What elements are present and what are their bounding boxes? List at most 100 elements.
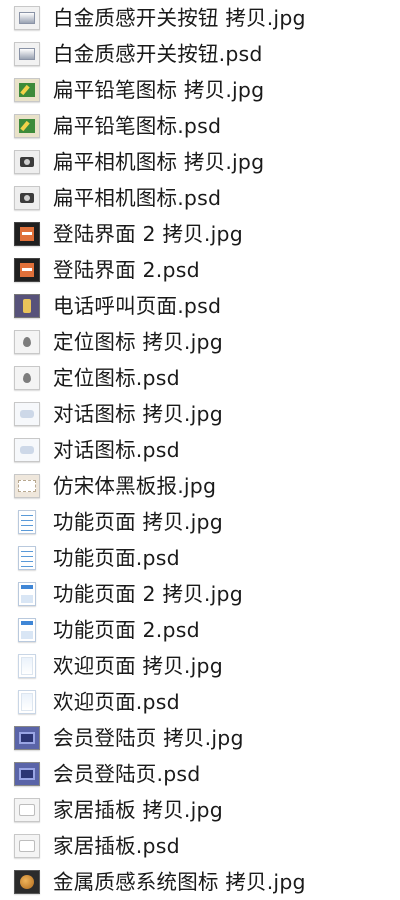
file-item[interactable]: 对话图标.psd (0, 432, 400, 468)
thumbnail-preview (21, 549, 33, 567)
file-name: 会员登陆页.psd (53, 762, 201, 786)
file-name: 功能页面 2 拷贝.jpg (53, 582, 243, 606)
thumbnail-preview (21, 585, 33, 603)
file-item[interactable]: 电话呼叫页面.psd (0, 288, 400, 324)
camera-thumbnail-icon (14, 186, 40, 210)
file-name: 登陆界面 2 拷贝.jpg (53, 222, 243, 246)
file-name: 扁平铅笔图标 拷贝.jpg (53, 78, 265, 102)
file-name: 定位图标.psd (53, 366, 180, 390)
file-name: 白金质感开关按钮.psd (53, 42, 263, 66)
login-screen-thumbnail-icon (14, 258, 40, 282)
file-item[interactable]: 欢迎页面.psd (0, 684, 400, 720)
file-item[interactable]: 功能页面 2 拷贝.jpg (0, 576, 400, 612)
thumbnail-preview (20, 263, 34, 277)
file-item[interactable]: 登陆界面 2.psd (0, 252, 400, 288)
function-page-2-thumbnail-icon (18, 582, 36, 606)
file-item[interactable]: 扁平相机图标.psd (0, 180, 400, 216)
file-item[interactable]: 功能页面.psd (0, 540, 400, 576)
pencil-thumbnail-icon (14, 78, 40, 102)
file-name: 欢迎页面.psd (53, 690, 180, 714)
member-login-thumbnail-icon (14, 726, 40, 750)
welcome-page-thumbnail-icon (18, 690, 36, 714)
file-name: 功能页面 拷贝.jpg (53, 510, 223, 534)
file-item[interactable]: 定位图标 拷贝.jpg (0, 324, 400, 360)
thumbnail-preview (19, 12, 35, 24)
thumbnail-preview (21, 657, 33, 675)
file-item[interactable]: 白金质感开关按钮.psd (0, 36, 400, 72)
file-name: 欢迎页面 拷贝.jpg (53, 654, 223, 678)
chat-thumbnail-icon (14, 402, 40, 426)
thumbnail-preview (19, 804, 35, 816)
function-page-2-thumbnail-icon (18, 618, 36, 642)
file-item[interactable]: 登陆界面 2 拷贝.jpg (0, 216, 400, 252)
thumbnail-preview (23, 299, 31, 313)
function-page-thumbnail-icon (18, 546, 36, 570)
phone-call-thumbnail-icon (14, 294, 40, 318)
file-name: 电话呼叫页面.psd (53, 294, 222, 318)
file-item[interactable]: 会员登陆页 拷贝.jpg (0, 720, 400, 756)
file-name: 定位图标 拷贝.jpg (53, 330, 223, 354)
file-item[interactable]: 功能页面 2.psd (0, 612, 400, 648)
pencil-thumbnail-icon (14, 114, 40, 138)
thumbnail-preview (18, 480, 36, 492)
thumbnail-preview (19, 119, 35, 133)
file-name: 功能页面 2.psd (53, 618, 200, 642)
file-item[interactable]: 会员登陆页.psd (0, 756, 400, 792)
file-item[interactable]: 定位图标.psd (0, 360, 400, 396)
thumbnail-preview (23, 337, 31, 347)
file-name: 金属质感系统图标 拷贝.jpg (53, 870, 306, 894)
thumbnail-preview (20, 193, 34, 203)
file-name: 扁平铅笔图标.psd (53, 114, 222, 138)
chat-thumbnail-icon (14, 438, 40, 462)
file-item[interactable]: 家居插板 拷贝.jpg (0, 792, 400, 828)
file-name: 扁平相机图标.psd (53, 186, 222, 210)
location-pin-thumbnail-icon (14, 366, 40, 390)
thumbnail-preview (19, 840, 35, 852)
thumbnail-preview (19, 83, 35, 97)
file-item[interactable]: 对话图标 拷贝.jpg (0, 396, 400, 432)
thumbnail-preview (23, 373, 31, 383)
login-screen-thumbnail-icon (14, 222, 40, 246)
file-item[interactable]: 扁平铅笔图标 拷贝.jpg (0, 72, 400, 108)
file-item[interactable]: 家居插板.psd (0, 828, 400, 864)
file-item[interactable]: 仿宋体黑板报.jpg (0, 468, 400, 504)
function-page-thumbnail-icon (18, 510, 36, 534)
thumbnail-preview (20, 875, 34, 889)
thumbnail-preview (21, 513, 33, 531)
file-list: 白金质感开关按钮 拷贝.jpg 白金质感开关按钮.psd 扁平铅笔图标 拷贝.jpg… (0, 0, 400, 898)
power-strip-thumbnail-icon (14, 834, 40, 858)
file-name: 家居插板 拷贝.jpg (53, 798, 223, 822)
thumbnail-preview (20, 410, 34, 418)
file-item[interactable]: 扁平相机图标 拷贝.jpg (0, 144, 400, 180)
file-name: 对话图标 拷贝.jpg (53, 402, 223, 426)
thumbnail-preview (21, 693, 33, 711)
file-name: 会员登陆页 拷贝.jpg (53, 726, 244, 750)
file-name: 登陆界面 2.psd (53, 258, 200, 282)
thumbnail-preview (20, 227, 34, 241)
file-item[interactable]: 功能页面 拷贝.jpg (0, 504, 400, 540)
thumbnail-preview (20, 446, 34, 454)
welcome-page-thumbnail-icon (18, 654, 36, 678)
thumbnail-preview (19, 48, 35, 60)
file-name: 对话图标.psd (53, 438, 180, 462)
camera-thumbnail-icon (14, 150, 40, 174)
file-name: 家居插板.psd (53, 834, 180, 858)
power-strip-thumbnail-icon (14, 798, 40, 822)
thumbnail-preview (21, 621, 33, 639)
thumbnail-preview (19, 732, 35, 744)
file-name: 功能页面.psd (53, 546, 180, 570)
file-name: 扁平相机图标 拷贝.jpg (53, 150, 265, 174)
chrome-switch-thumbnail-icon (14, 6, 40, 30)
file-item[interactable]: 欢迎页面 拷贝.jpg (0, 648, 400, 684)
file-name: 白金质感开关按钮 拷贝.jpg (53, 6, 306, 30)
file-item[interactable]: 金属质感系统图标 拷贝.jpg (0, 864, 400, 900)
file-item[interactable]: 扁平铅笔图标.psd (0, 108, 400, 144)
thumbnail-preview (20, 157, 34, 167)
location-pin-thumbnail-icon (14, 330, 40, 354)
metal-system-thumbnail-icon (14, 870, 40, 894)
file-name: 仿宋体黑板报.jpg (53, 474, 217, 498)
chrome-switch-thumbnail-icon (14, 42, 40, 66)
member-login-thumbnail-icon (14, 762, 40, 786)
file-item[interactable]: 白金质感开关按钮 拷贝.jpg (0, 0, 400, 36)
thumbnail-preview (19, 768, 35, 780)
